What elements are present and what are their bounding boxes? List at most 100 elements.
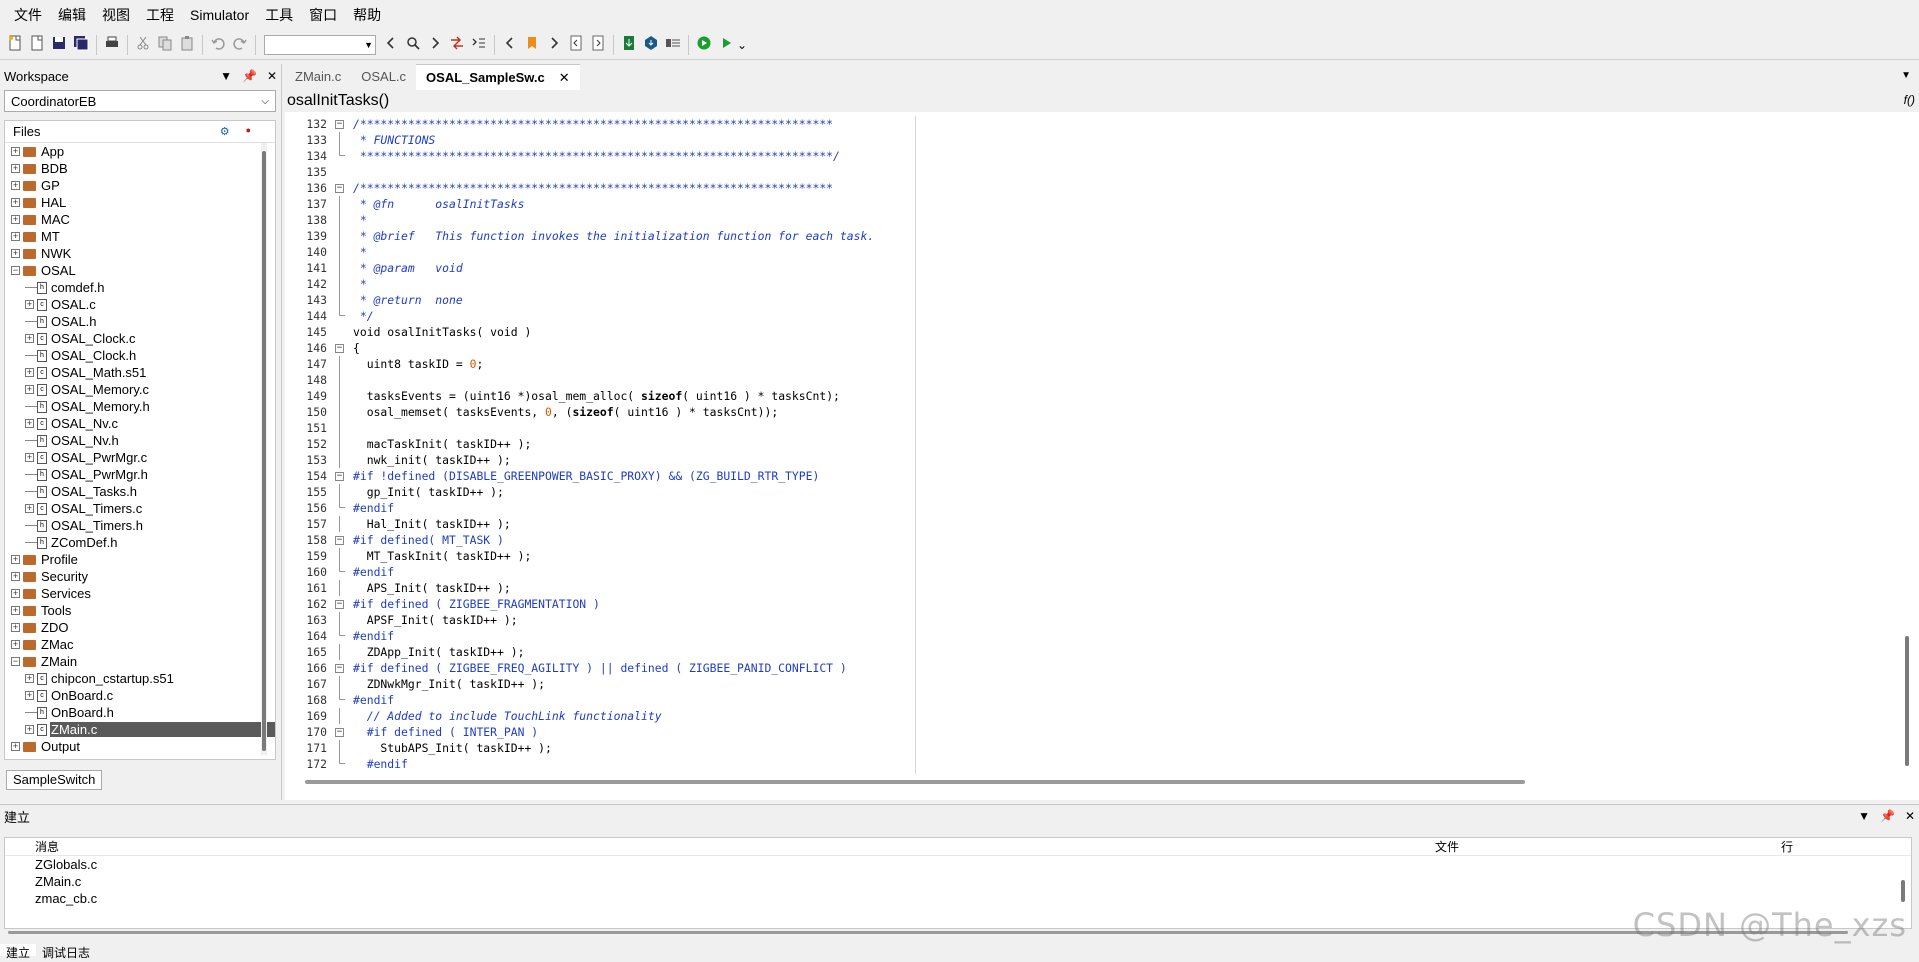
tab-zmain-c[interactable]: ZMain.c bbox=[285, 64, 351, 90]
cut-button[interactable] bbox=[132, 34, 154, 56]
tree-file[interactable]: h OSAL_Timers.h bbox=[5, 517, 275, 534]
expand-icon[interactable]: + bbox=[11, 555, 20, 564]
build-message-row[interactable]: ZGlobals.c bbox=[5, 856, 1911, 873]
tree-folder[interactable]: + NWK bbox=[5, 245, 275, 262]
bottom-tab[interactable]: 调试日志 bbox=[36, 944, 96, 960]
build-message-row[interactable]: ZMain.c bbox=[5, 873, 1911, 890]
expand-icon[interactable]: + bbox=[25, 691, 34, 700]
paste-button[interactable] bbox=[176, 34, 198, 56]
download-debug-button[interactable] bbox=[640, 34, 662, 56]
menu-item[interactable]: 窗口 bbox=[301, 0, 345, 30]
new-file2-button[interactable] bbox=[26, 34, 48, 56]
settings-gear-icon[interactable]: ⚙ bbox=[220, 125, 230, 138]
tree-file[interactable]: h OSAL_Tasks.h bbox=[5, 483, 275, 500]
tree-folder[interactable]: + App bbox=[5, 143, 275, 160]
panel-menu-icon[interactable]: ▼ bbox=[220, 69, 232, 83]
build-horizontal-scrollbar[interactable] bbox=[8, 931, 1848, 934]
expand-icon[interactable]: + bbox=[11, 623, 20, 632]
tree-folder[interactable]: + MT bbox=[5, 228, 275, 245]
tree-file[interactable]: + c OSAL_Clock.c bbox=[5, 330, 275, 347]
expand-icon[interactable]: + bbox=[11, 181, 20, 190]
collapse-icon[interactable]: − bbox=[11, 657, 20, 666]
collapse-icon[interactable]: − bbox=[11, 266, 20, 275]
tab-osal-samplesw-c[interactable]: OSAL_SampleSw.c ✕ bbox=[416, 64, 580, 90]
find-button[interactable] bbox=[402, 34, 424, 56]
fold-toggle-icon[interactable]: − bbox=[331, 180, 349, 196]
print-button[interactable] bbox=[101, 34, 123, 56]
tree-file[interactable]: h OSAL.h bbox=[5, 313, 275, 330]
tree-file[interactable]: + c OSAL.c bbox=[5, 296, 275, 313]
fold-toggle-icon[interactable]: − bbox=[331, 532, 349, 548]
files-scrollbar[interactable] bbox=[261, 143, 267, 755]
menu-item[interactable]: 编辑 bbox=[50, 0, 94, 30]
tree-file[interactable]: + c OSAL_Math.s51 bbox=[5, 364, 275, 381]
menu-item[interactable]: Simulator bbox=[182, 0, 257, 30]
tree-folder[interactable]: + BDB bbox=[5, 160, 275, 177]
configuration-select[interactable]: CoordinatorEB ⌵ bbox=[4, 90, 276, 112]
expand-icon[interactable]: + bbox=[11, 215, 20, 224]
tree-file[interactable]: h ZComDef.h bbox=[5, 534, 275, 551]
tree-file[interactable]: h OSAL_Nv.h bbox=[5, 432, 275, 449]
tree-file[interactable]: + c OSAL_Timers.c bbox=[5, 500, 275, 517]
bottom-tab[interactable]: 建立 bbox=[0, 944, 37, 960]
expand-icon[interactable]: + bbox=[25, 453, 34, 462]
redo-button[interactable] bbox=[229, 34, 251, 56]
tree-file[interactable]: + c OSAL_Nv.c bbox=[5, 415, 275, 432]
expand-icon[interactable]: + bbox=[25, 385, 34, 394]
workspace-tab[interactable]: SampleSwitch bbox=[6, 770, 103, 790]
fold-toggle-icon[interactable]: − bbox=[331, 116, 349, 132]
expand-icon[interactable]: + bbox=[11, 232, 20, 241]
pin-icon[interactable]: 📌 bbox=[242, 69, 257, 83]
copy-button[interactable] bbox=[154, 34, 176, 56]
function-bar[interactable]: osalInitTasks() f() bbox=[285, 90, 1919, 112]
menu-item[interactable]: 文件 bbox=[6, 0, 50, 30]
tree-folder[interactable]: + Output bbox=[5, 738, 275, 755]
expand-icon[interactable]: + bbox=[11, 147, 20, 156]
code-area[interactable]: 132−/***********************************… bbox=[285, 116, 1895, 774]
build-message-row[interactable]: zmac_cb.c bbox=[5, 890, 1911, 907]
toolbar-combo[interactable]: ▼ bbox=[264, 34, 376, 55]
menu-item[interactable]: 视图 bbox=[94, 0, 138, 30]
prev-button[interactable] bbox=[499, 34, 521, 56]
tree-folder[interactable]: + Services bbox=[5, 585, 275, 602]
expand-icon[interactable]: + bbox=[11, 249, 20, 258]
code-vertical-scrollbar[interactable] bbox=[1903, 116, 1911, 774]
build-vertical-scrollbar[interactable] bbox=[1901, 880, 1905, 902]
tree-file[interactable]: h OSAL_Clock.h bbox=[5, 347, 275, 364]
expand-icon[interactable]: + bbox=[25, 334, 34, 343]
expand-icon[interactable]: + bbox=[25, 674, 34, 683]
doc-prev-button[interactable] bbox=[565, 34, 587, 56]
tree-file[interactable]: + c OnBoard.c bbox=[5, 687, 275, 704]
column-file[interactable]: 文件 bbox=[1405, 838, 1777, 855]
tree-file[interactable]: + c chipcon_cstartup.s51 bbox=[5, 670, 275, 687]
tree-folder[interactable]: + GP bbox=[5, 177, 275, 194]
tree-folder[interactable]: + Security bbox=[5, 568, 275, 585]
tree-file[interactable]: h OnBoard.h bbox=[5, 704, 275, 721]
expand-icon[interactable]: + bbox=[25, 725, 34, 734]
expand-icon[interactable]: + bbox=[11, 589, 20, 598]
make-button[interactable] bbox=[662, 34, 684, 56]
expand-icon[interactable]: + bbox=[11, 742, 20, 751]
expand-icon[interactable]: + bbox=[11, 606, 20, 615]
menu-item[interactable]: 工程 bbox=[138, 0, 182, 30]
save-all-button[interactable] bbox=[70, 34, 92, 56]
go-to-button[interactable] bbox=[468, 34, 490, 56]
fold-toggle-icon[interactable]: − bbox=[331, 468, 349, 484]
new-file-button[interactable] bbox=[4, 34, 26, 56]
bookmark-button[interactable] bbox=[521, 34, 543, 56]
expand-icon[interactable]: + bbox=[11, 572, 20, 581]
download-button[interactable] bbox=[618, 34, 640, 56]
code-horizontal-scrollbar[interactable] bbox=[305, 780, 1525, 784]
menu-item[interactable]: 工具 bbox=[257, 0, 301, 30]
tree-file[interactable]: h comdef.h bbox=[5, 279, 275, 296]
close-icon[interactable]: ✕ bbox=[559, 70, 570, 85]
menu-item[interactable]: 帮助 bbox=[345, 0, 389, 30]
expand-icon[interactable]: + bbox=[25, 300, 34, 309]
next-button[interactable] bbox=[543, 34, 565, 56]
save-button[interactable] bbox=[48, 34, 70, 56]
tree-file[interactable]: + c OSAL_PwrMgr.c bbox=[5, 449, 275, 466]
tree-file[interactable]: + c OSAL_Memory.c bbox=[5, 381, 275, 398]
fold-toggle-icon[interactable]: − bbox=[331, 660, 349, 676]
tree-folder[interactable]: + HAL bbox=[5, 194, 275, 211]
panel-menu-icon[interactable]: ▼ bbox=[1858, 809, 1870, 823]
